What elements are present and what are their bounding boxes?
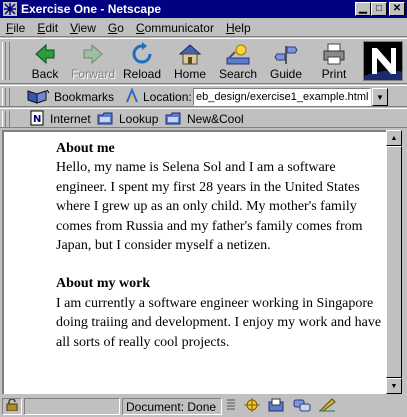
scrollbar-thumb[interactable] bbox=[386, 146, 402, 378]
forward-label: Forward bbox=[71, 67, 116, 81]
bookmarks-label: Bookmarks bbox=[54, 90, 115, 104]
internet-label: Internet bbox=[50, 112, 91, 126]
menu-view-label: View bbox=[70, 20, 96, 35]
folder-icon bbox=[165, 110, 181, 129]
status-text-box: Document: Done bbox=[122, 398, 222, 415]
heading-about-me: About me bbox=[56, 141, 115, 156]
menu-bar: File Edit View Go Communicator Help bbox=[0, 19, 407, 37]
reload-icon bbox=[128, 41, 156, 67]
bookmarks-button[interactable]: Bookmarks bbox=[26, 88, 114, 106]
menu-file[interactable]: File bbox=[6, 21, 25, 35]
page-body: About me Hello, my name is Selena Sol an… bbox=[56, 139, 386, 371]
menu-file-label: File bbox=[6, 20, 26, 35]
menu-help[interactable]: Help bbox=[226, 21, 251, 35]
close-button[interactable]: ✕ bbox=[389, 2, 405, 16]
guide-icon bbox=[272, 41, 300, 67]
home-button[interactable]: Home bbox=[168, 41, 212, 83]
composer-icon[interactable] bbox=[318, 398, 336, 415]
paragraph-about-my-work: I am currently a software engineer worki… bbox=[56, 295, 382, 350]
bookmark-page-icon: N bbox=[30, 110, 44, 129]
mailbox-icon[interactable] bbox=[268, 398, 286, 415]
menu-help-label: Help bbox=[225, 20, 251, 35]
toolbar-grip[interactable] bbox=[2, 42, 10, 80]
component-bar-grip[interactable] bbox=[226, 398, 236, 415]
print-button[interactable]: Print bbox=[312, 41, 356, 83]
discussion-groups-icon[interactable] bbox=[293, 398, 311, 415]
menu-edit-label: Edit bbox=[37, 20, 59, 35]
minimize-button[interactable]: ▁ bbox=[355, 2, 371, 16]
menu-go-label: Go bbox=[107, 20, 124, 35]
forward-button[interactable]: Forward bbox=[71, 41, 115, 83]
scroll-down-button[interactable]: ▼ bbox=[386, 378, 402, 394]
back-label: Back bbox=[31, 67, 59, 81]
netscape-icon bbox=[2, 1, 18, 17]
maximize-button[interactable]: □ bbox=[371, 2, 387, 16]
personal-toolbar-grip[interactable] bbox=[2, 111, 10, 127]
progress-bar bbox=[24, 398, 120, 415]
location-label: Location: bbox=[143, 90, 192, 104]
page-proxy-icon[interactable] bbox=[125, 86, 139, 107]
window-title: Exercise One - Netscape bbox=[21, 2, 162, 16]
status-bar: Document: Done bbox=[0, 396, 407, 417]
paragraph-about-me: Hello, my name is Selena Sol and I am a … bbox=[56, 160, 363, 254]
guide-label: Guide bbox=[269, 67, 303, 81]
menu-communicator-label: Communicator bbox=[135, 20, 214, 35]
bookmarks-icon bbox=[26, 88, 50, 107]
new-and-cool-button[interactable]: New&Cool bbox=[165, 110, 244, 128]
security-indicator[interactable] bbox=[2, 398, 22, 415]
menu-go[interactable]: Go bbox=[108, 21, 124, 35]
back-arrow-icon bbox=[31, 41, 59, 67]
home-icon bbox=[176, 41, 204, 67]
print-icon bbox=[320, 41, 348, 67]
menu-view[interactable]: View bbox=[70, 21, 96, 35]
page-content: About me Hello, my name is Selena Sol an… bbox=[2, 130, 386, 394]
guide-button[interactable]: Guide bbox=[264, 41, 308, 83]
lookup-label: Lookup bbox=[119, 112, 159, 126]
title-bar[interactable]: Exercise One - Netscape ▁ □ ✕ bbox=[0, 0, 407, 18]
dropdown-arrow-icon: ▼ bbox=[376, 92, 384, 102]
reload-button[interactable]: Reload bbox=[120, 41, 164, 83]
location-toolbar: Bookmarks Location: eb_design/exercise1_… bbox=[0, 85, 407, 107]
search-button[interactable]: Search bbox=[216, 41, 260, 83]
folder-icon bbox=[97, 110, 113, 129]
home-label: Home bbox=[173, 67, 206, 81]
heading-about-my-work: About my work bbox=[56, 276, 151, 292]
component-bar bbox=[226, 398, 336, 415]
new-and-cool-label: New&Cool bbox=[187, 112, 244, 126]
scroll-down-arrow-icon: ▼ bbox=[390, 382, 398, 390]
lookup-button[interactable]: Lookup bbox=[97, 110, 158, 128]
search-label: Search bbox=[218, 67, 258, 81]
print-label: Print bbox=[321, 67, 347, 81]
maximize-icon: □ bbox=[375, 3, 383, 14]
netscape-logo-icon[interactable] bbox=[363, 41, 403, 81]
lock-icon bbox=[5, 398, 19, 414]
internet-button[interactable]: N Internet bbox=[30, 110, 91, 128]
location-toolbar-grip[interactable] bbox=[2, 88, 10, 106]
navigation-toolbar: Back Forward Reload Home Search Guide Pr… bbox=[0, 38, 407, 84]
close-icon: ✕ bbox=[392, 3, 402, 14]
location-url-input[interactable]: eb_design/exercise1_example.html bbox=[193, 88, 371, 106]
personal-toolbar: N Internet Lookup New&Cool bbox=[0, 108, 407, 128]
vertical-scrollbar[interactable]: ▲ ▼ bbox=[386, 130, 402, 394]
status-text: Document: Done bbox=[126, 399, 217, 414]
search-icon bbox=[224, 41, 252, 67]
menu-edit[interactable]: Edit bbox=[37, 21, 58, 35]
forward-arrow-icon bbox=[79, 41, 107, 67]
minimize-icon: ▁ bbox=[359, 3, 367, 14]
scroll-up-arrow-icon: ▲ bbox=[390, 134, 398, 142]
back-button[interactable]: Back bbox=[23, 41, 67, 83]
reload-label: Reload bbox=[122, 67, 162, 81]
navigator-icon[interactable] bbox=[243, 398, 261, 415]
scroll-up-button[interactable]: ▲ bbox=[386, 130, 402, 146]
svg-text:N: N bbox=[33, 114, 41, 125]
location-label-group: Location: bbox=[125, 86, 192, 107]
menu-communicator[interactable]: Communicator bbox=[136, 21, 214, 35]
location-dropdown-button[interactable]: ▼ bbox=[372, 88, 388, 106]
